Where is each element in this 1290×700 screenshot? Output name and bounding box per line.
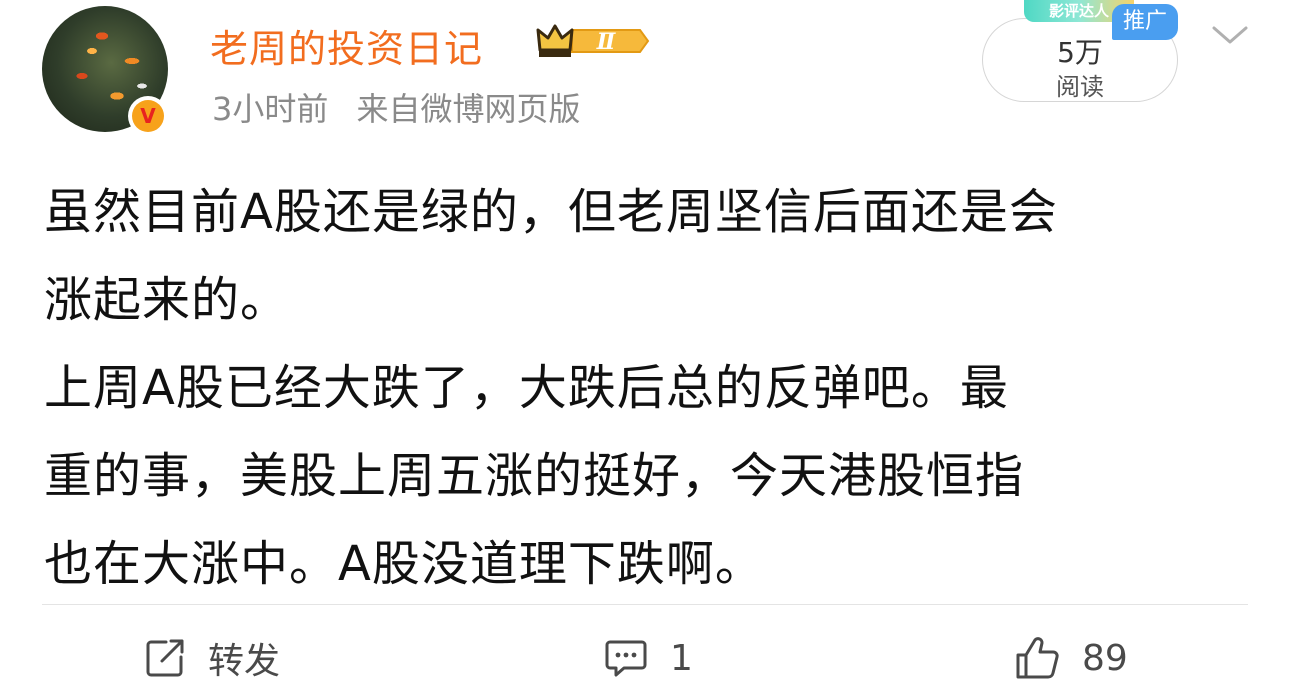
content-line: 重的事，美股上周五涨的挺好，今天港股恒指 [44,448,1025,504]
verified-icon: V [128,96,168,136]
chevron-down-icon[interactable] [1210,20,1250,50]
post-time: 3小时前 [212,90,329,128]
like-icon [1016,637,1059,679]
crown-icon[interactable]: Ⅱ [536,20,650,62]
repost-button[interactable]: 转发 [144,630,280,686]
comment-count: 1 [670,637,693,679]
verified-mark: V [132,100,164,132]
like-count: 89 [1082,637,1128,679]
divider [42,604,1248,605]
repost-icon [146,639,184,677]
repost-label: 转发 [208,641,281,682]
content-line: 也在大涨中。A股没道理下跌啊。 [44,536,764,592]
promo-tag[interactable]: 推广 [1112,4,1178,40]
comment-button[interactable]: 1 [604,630,693,686]
like-button[interactable]: 89 [1014,630,1128,686]
content-line: 虽然目前A股还是绿的，但老周坚信后面还是会 [44,184,1058,240]
content-line: 上周A股已经大跌了，大跌后总的反弹吧。最 [44,360,1009,416]
level-badge-label: Ⅱ [596,29,617,55]
read-label: 阅读 [1056,73,1104,101]
comment-icon [605,640,647,677]
post-content: 虽然目前A股还是绿的，但老周坚信后面还是会 涨起来的。 上周A股已经大跌了，大跌… [44,168,1264,608]
content-line: 涨起来的。 [44,272,290,328]
post-meta: 3小时前 来自微博网页版 [212,84,581,130]
post-source: 来自微博网页版 [356,90,581,128]
author-name[interactable]: 老周的投资日记 [210,18,483,73]
